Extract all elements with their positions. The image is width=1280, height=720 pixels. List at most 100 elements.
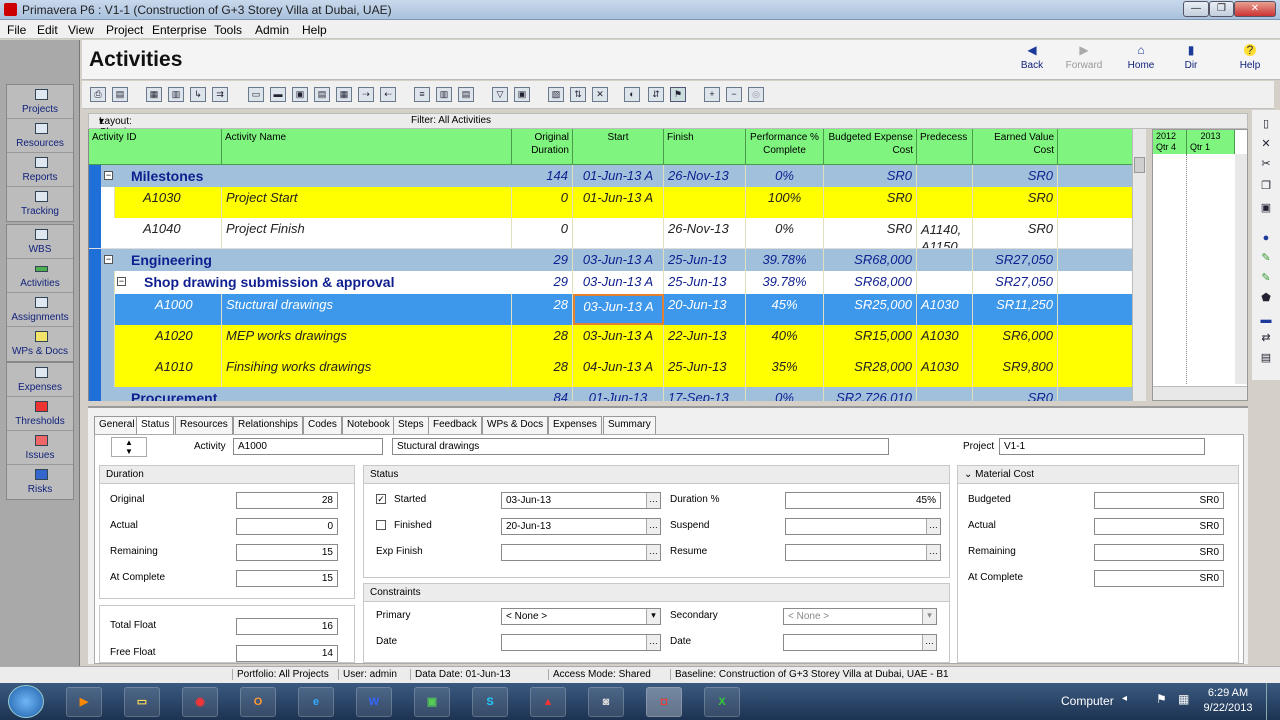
secondary-constraint-date[interactable]: …: [783, 634, 937, 651]
columns-icon[interactable]: ▤: [314, 87, 330, 102]
project-field[interactable]: V1-1: [999, 438, 1205, 455]
level-icon[interactable]: ⇅: [570, 87, 586, 102]
outdent-icon[interactable]: ⇠: [380, 87, 396, 102]
pdf-icon[interactable]: ▲: [530, 687, 566, 717]
menu-file[interactable]: File: [7, 23, 26, 37]
clock-date[interactable]: 9/22/2013: [1196, 702, 1260, 714]
sidebar-item-assignments[interactable]: Assignments: [7, 293, 73, 327]
copy-icon[interactable]: ❐: [1259, 180, 1273, 192]
tab-wps-docs[interactable]: WPs & Docs: [482, 416, 549, 434]
gantt-horizontal-scrollbar[interactable]: [1153, 386, 1247, 400]
table-row[interactable]: Procurement 84 01-Jun-13 17-Sep-13 0% SR…: [89, 387, 1146, 401]
activity-id-field[interactable]: A1000: [233, 438, 383, 455]
close-button[interactable]: ✕: [1234, 1, 1276, 17]
finished-date-field[interactable]: 20-Jun-13…: [501, 518, 661, 535]
help-button[interactable]: ? Help: [1228, 44, 1272, 71]
sidebar-item-risks[interactable]: Risks: [7, 465, 73, 499]
table-row[interactable]: A1020 MEP works drawings 28 03-Jun-13 A …: [89, 325, 1146, 356]
show-desktop-button[interactable]: [1266, 683, 1280, 720]
layout-top-icon[interactable]: ▭: [248, 87, 264, 102]
material-remaining-field[interactable]: SR0: [1094, 544, 1224, 561]
table-row[interactable]: − Milestones 144 01-Jun-13 A 26-Nov-13 0…: [89, 165, 1146, 187]
resume-date-field[interactable]: …: [785, 544, 941, 561]
sidebar-item-issues[interactable]: Issues: [7, 431, 73, 465]
material-actual-field[interactable]: SR0: [1094, 518, 1224, 535]
tab-feedback[interactable]: Feedback: [428, 416, 482, 434]
col-start[interactable]: Start: [573, 129, 664, 165]
bars-icon[interactable]: ≡: [414, 87, 430, 102]
table-row[interactable]: A1030 Project Start 0 01-Jun-13 A 100% S…: [89, 187, 1146, 218]
finished-checkbox[interactable]: [376, 520, 386, 530]
schedule-icon[interactable]: ▧: [548, 87, 564, 102]
tab-general[interactable]: General: [94, 416, 140, 434]
maximize-button[interactable]: ❐: [1209, 1, 1234, 17]
material-budgeted-field[interactable]: SR0: [1094, 492, 1224, 509]
started-date-field[interactable]: 03-Jun-13…: [501, 492, 661, 509]
sidebar-item-reports[interactable]: Reports: [7, 153, 73, 187]
actual-duration-field[interactable]: 0: [236, 518, 338, 535]
up-arrow-icon[interactable]: ▲: [125, 438, 133, 447]
dir-button[interactable]: ▮ Dir: [1169, 44, 1213, 71]
table-row[interactable]: A1010 Finsihing works drawings 28 04-Jun…: [89, 356, 1146, 387]
clock-time[interactable]: 6:29 AM: [1196, 687, 1260, 699]
tab-resources[interactable]: Resources: [175, 416, 233, 434]
progress-spotlight-icon[interactable]: ◐: [624, 87, 640, 102]
table-vertical-scrollbar[interactable]: [1132, 129, 1146, 401]
report-icon[interactable]: ▤: [1259, 352, 1273, 364]
down-arrow-icon[interactable]: ▼: [125, 447, 133, 456]
word-icon[interactable]: W: [356, 687, 392, 717]
primary-constraint-select[interactable]: < None > ▾: [501, 608, 661, 625]
menu-project[interactable]: Project: [106, 23, 143, 37]
col-earned-value-cost[interactable]: Earned Value Cost: [973, 129, 1058, 165]
minimize-button[interactable]: —: [1183, 1, 1209, 17]
indent-icon[interactable]: ⇢: [358, 87, 374, 102]
chrome-icon[interactable]: ◉: [182, 687, 218, 717]
menu-edit[interactable]: Edit: [37, 23, 58, 37]
cut-icon[interactable]: ✂: [1259, 158, 1273, 170]
assign-predecessor-icon[interactable]: ✎: [1259, 272, 1273, 284]
table-row[interactable]: − Shop drawing submission & approval 29 …: [89, 271, 1146, 294]
remaining-duration-field[interactable]: 15: [236, 544, 338, 561]
gantt-vertical-scrollbar[interactable]: [1235, 154, 1247, 384]
steps-icon[interactable]: ▬: [1259, 314, 1273, 326]
cell-start[interactable]: 03-Jun-13 A: [573, 294, 664, 325]
new-icon[interactable]: ▯: [1259, 118, 1273, 130]
chevron-down-icon[interactable]: ▾: [922, 609, 936, 624]
col-activity-id[interactable]: Activity ID: [89, 129, 222, 165]
sidebar-item-resources[interactable]: Resources: [7, 119, 73, 153]
forward-button[interactable]: ▶ Forward: [1062, 44, 1106, 71]
tab-status[interactable]: Status: [136, 416, 175, 434]
menu-tools[interactable]: Tools: [214, 23, 242, 37]
assign-successor-icon[interactable]: ⬟: [1259, 292, 1273, 304]
tray-flag-icon[interactable]: ⚑: [1156, 692, 1167, 706]
col-activity-name[interactable]: Activity Name: [222, 129, 512, 165]
col-finish[interactable]: Finish: [664, 129, 746, 165]
assign-icon[interactable]: ⇵: [648, 87, 664, 102]
zoom-fit-icon[interactable]: ◎: [748, 87, 764, 102]
collapse-icon[interactable]: −: [117, 277, 126, 286]
table-view-icon[interactable]: ▦: [146, 87, 162, 102]
prev-next-arrows[interactable]: ▲ ▼: [111, 437, 147, 457]
primavera-taskbar-icon[interactable]: ◘: [646, 687, 682, 717]
start-button[interactable]: [8, 685, 44, 718]
details-icon[interactable]: ▣: [292, 87, 308, 102]
duration-percent-field[interactable]: 45%: [785, 492, 941, 509]
print-icon[interactable]: ⎙: [90, 87, 106, 102]
primary-constraint-date[interactable]: …: [501, 634, 661, 651]
group-sort-icon[interactable]: ▤: [458, 87, 474, 102]
filter-grid-icon[interactable]: ▦: [336, 87, 352, 102]
tray-network-icon[interactable]: ▦: [1178, 692, 1189, 706]
calendar-button[interactable]: …: [646, 635, 660, 650]
secondary-constraint-select[interactable]: < None > ▾: [783, 608, 937, 625]
attach-icon[interactable]: ⚑: [670, 87, 686, 102]
gantt-chart[interactable]: 2012 Qtr 4 2013 Qtr 1: [1152, 129, 1248, 401]
renumber-icon[interactable]: ⇄: [1259, 332, 1273, 344]
assign-resource-icon[interactable]: ●: [1259, 232, 1273, 244]
activity-name-field[interactable]: Stuctural drawings: [392, 438, 889, 455]
print-preview-icon[interactable]: ▤: [112, 87, 128, 102]
sidebar-item-activities[interactable]: Activities: [7, 259, 73, 293]
filter-icon[interactable]: ▽: [492, 87, 508, 102]
back-button[interactable]: ◀ Back: [1010, 44, 1054, 71]
group-view-icon[interactable]: ⇉: [212, 87, 228, 102]
tab-relationships[interactable]: Relationships: [233, 416, 304, 434]
